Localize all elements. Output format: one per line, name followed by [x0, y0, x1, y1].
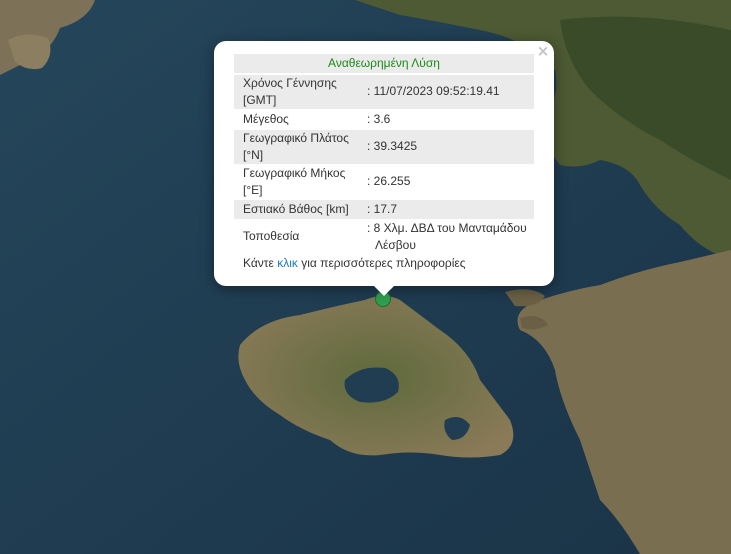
info-row-longitude: Γεωγραφικό Μήκος [°E] : 26.255: [234, 165, 534, 199]
longitude-label: Γεωγραφικό Μήκος: [243, 166, 346, 180]
info-row-magnitude: Μέγεθος : 3.6: [234, 110, 534, 129]
more-info-prefix: Κάντε: [243, 256, 278, 270]
origin-time-label-unit: [GMT]: [243, 93, 277, 107]
origin-time-label: Χρόνος Γέννησης: [243, 76, 337, 90]
depth-label: Εστιακό Βάθος [km]: [243, 202, 349, 216]
info-row-latitude: Γεωγραφικό Πλάτος [°N] : 39.3425: [234, 130, 534, 164]
latitude-label: Γεωγραφικό Πλάτος: [243, 131, 349, 145]
popup-title: Αναθεωρημένη Λύση: [234, 54, 534, 73]
more-info-link[interactable]: κλικ: [277, 256, 298, 270]
location-value: : 8 Χλμ. ΔΒΔ του Μανταμάδου: [367, 221, 527, 235]
more-info-text: Κάντε κλικ για περισσότερες πληροφορίες: [243, 255, 466, 272]
info-row-depth: Εστιακό Βάθος [km] : 17.7: [234, 200, 534, 219]
longitude-label-unit: [°E]: [243, 183, 263, 197]
more-info-suffix: για περισσότερες πληροφορίες: [297, 256, 466, 270]
earthquake-info-popup: Αναθεωρημένη Λύση Χρόνος Γέννησης [GMT] …: [214, 41, 554, 286]
latitude-label-unit: [°N]: [243, 148, 264, 162]
popup-tip: [373, 285, 395, 296]
close-icon[interactable]: ×: [536, 43, 550, 59]
origin-time-value: : 11/07/2023 09:52:19.41: [367, 84, 500, 98]
info-row-location: Τοποθεσία : 8 Χλμ. ΔΒΔ του Μανταμάδου Λέ…: [234, 220, 534, 254]
info-row-origin-time: Χρόνος Γέννησης [GMT] : 11/07/2023 09:52…: [234, 75, 534, 109]
magnitude-label: Μέγεθος: [243, 112, 289, 126]
longitude-value: : 26.255: [367, 174, 411, 188]
magnitude-value: : 3.6: [367, 112, 391, 126]
location-label: Τοποθεσία: [243, 229, 300, 243]
latitude-value: : 39.3425: [367, 139, 418, 153]
depth-value: : 17.7: [367, 202, 398, 216]
location-value-line2: Λέσβου: [375, 238, 416, 252]
